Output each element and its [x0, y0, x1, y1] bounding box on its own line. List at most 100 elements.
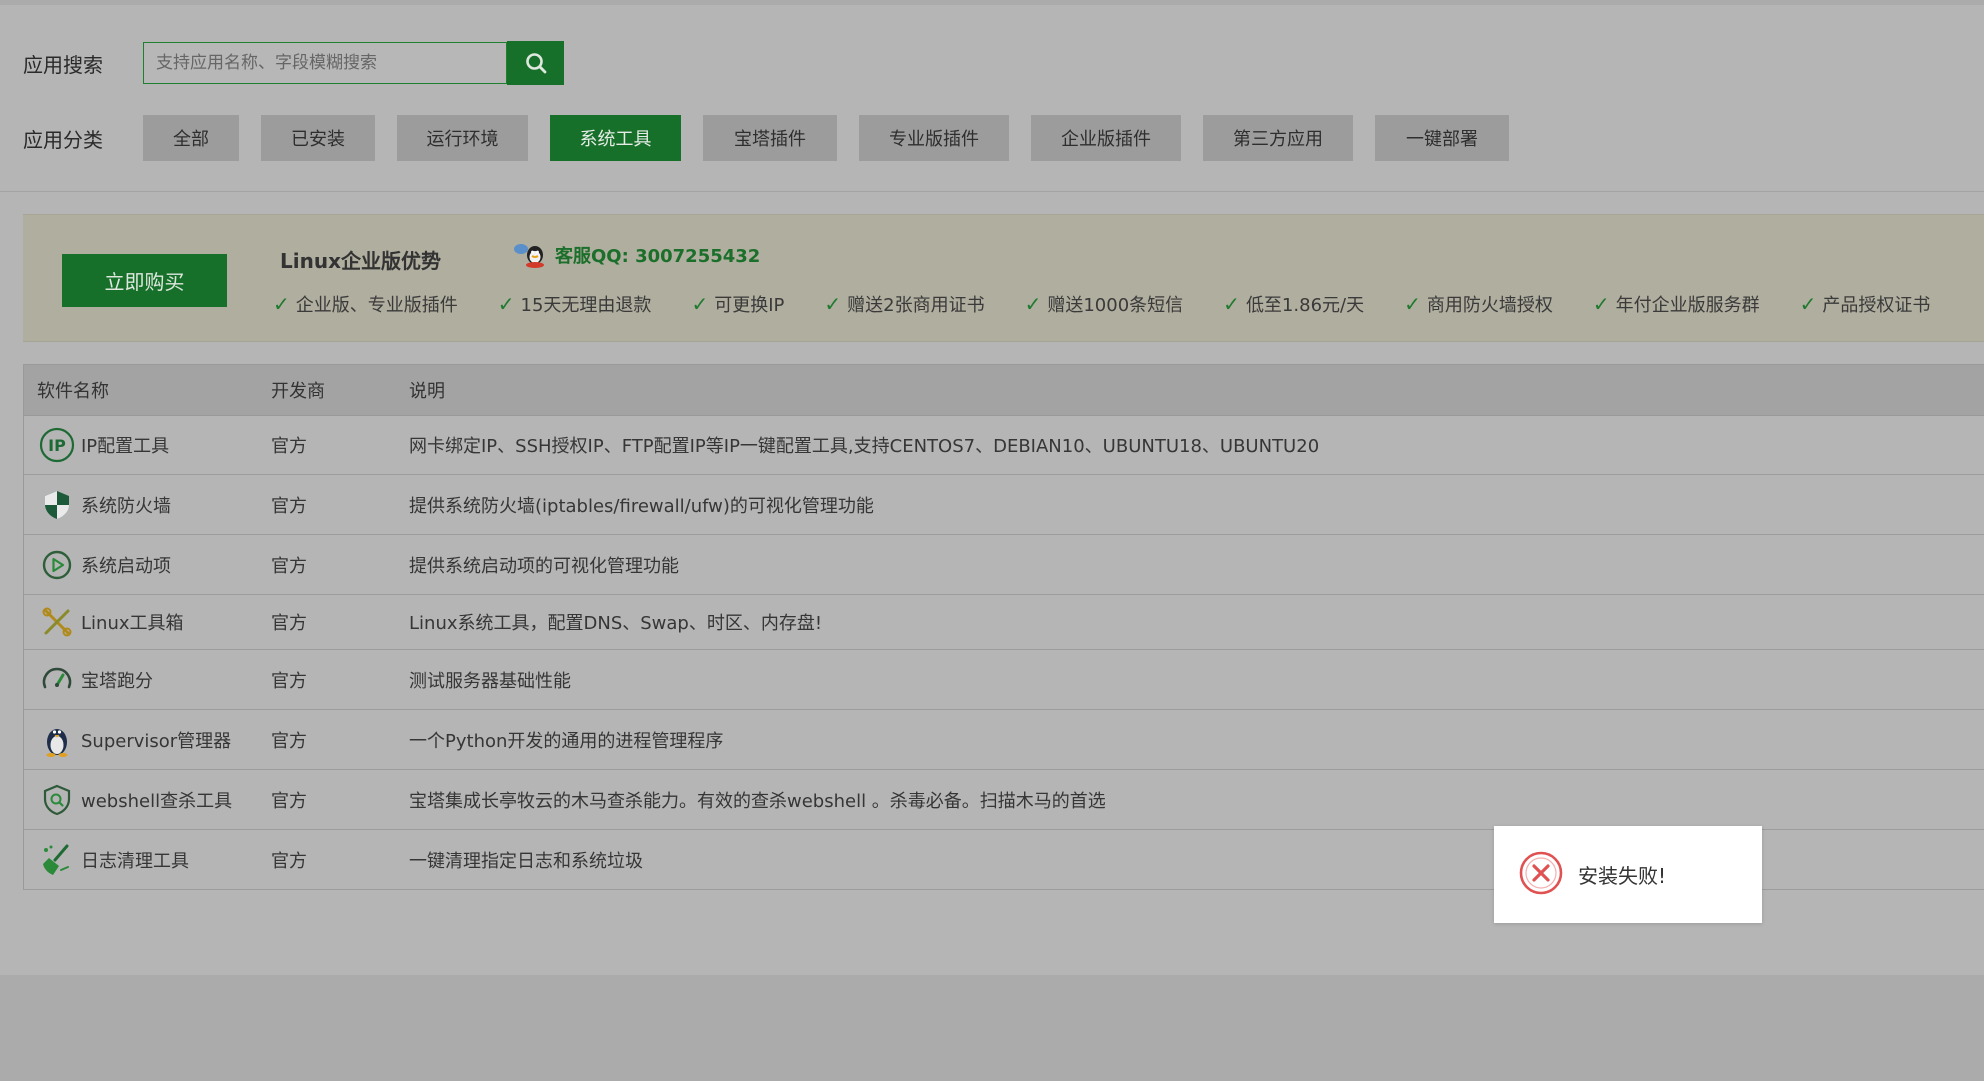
description: 提供系统启动项的可视化管理功能 — [409, 555, 679, 577]
category-tab-pro-plugins[interactable]: 专业版插件 — [859, 115, 1009, 161]
software-name-cell: webshell查杀工具 — [24, 780, 271, 820]
feature-label: 产品授权证书 — [1822, 295, 1931, 316]
column-header-description: 说明 — [409, 381, 445, 402]
feature-item: ✓ 15天无理由退款 — [498, 291, 652, 317]
software-name-cell: Supervisor管理器 — [24, 720, 271, 760]
gauge-icon — [37, 660, 77, 700]
feature-label: 赠送1000条短信 — [1047, 295, 1184, 316]
search-icon — [525, 53, 546, 74]
feature-item: ✓ 企业版、专业版插件 — [273, 291, 458, 317]
check-icon: ✓ — [1799, 292, 1817, 316]
play-circle-icon — [37, 545, 77, 585]
description: 宝塔集成长亭牧云的木马查杀能力。有效的查杀webshell 。杀毒必备。扫描木马… — [409, 790, 1106, 812]
description: 提供系统防火墙(iptables/firewall/ufw)的可视化管理功能 — [409, 495, 874, 517]
developer: 官方 — [271, 613, 307, 634]
table-row[interactable]: Supervisor管理器 官方 一个Python开发的通用的进程管理程序 — [24, 710, 1984, 770]
developer: 官方 — [271, 850, 307, 872]
category-tab-one-click-deploy[interactable]: 一键部署 — [1375, 115, 1509, 161]
category-tab-runtime[interactable]: 运行环境 — [397, 115, 528, 161]
software-name: 系统启动项 — [81, 555, 171, 577]
check-icon: ✓ — [824, 292, 842, 316]
feature-label: 年付企业版服务群 — [1615, 295, 1760, 316]
description: Linux系统工具，配置DNS、Swap、时区、内存盘! — [409, 613, 823, 634]
search-row: 应用搜索 — [23, 41, 564, 85]
divider — [0, 191, 1984, 192]
table-row[interactable]: 系统防火墙 官方 提供系统防火墙(iptables/firewall/ufw)的… — [24, 475, 1984, 535]
shield-icon — [37, 485, 77, 525]
software-name: 日志清理工具 — [81, 850, 189, 872]
category-row: 应用分类 全部 已安装 运行环境 系统工具 宝塔插件 专业版插件 企业版插件 第… — [23, 115, 1531, 161]
check-icon: ✓ — [1223, 292, 1240, 316]
feature-item: ✓ 产品授权证书 — [1800, 291, 1931, 317]
feature-item: ✓ 年付企业版服务群 — [1593, 291, 1760, 317]
feature-list: ✓ 企业版、专业版插件 ✓ 15天无理由退款 ✓ 可更换IP ✓ 赠送2张商用证书 ✓ 赠… — [273, 291, 1930, 317]
feature-label: 商用防火墙授权 — [1426, 295, 1553, 316]
broom-icon — [37, 840, 77, 880]
table-header: 软件名称 开发商 说明 — [24, 365, 1984, 416]
check-icon: ✓ — [691, 292, 709, 316]
software-name-cell: 系统防火墙 — [24, 485, 271, 525]
feature-item: ✓ 低至1.86元/天 — [1223, 291, 1364, 317]
penguin-icon — [37, 720, 77, 760]
enterprise-promo-banner: 立即购买 Linux企业版优势 客服QQ: 3007255432 ✓ 企业版、专业… — [23, 214, 1984, 342]
software-name: Linux工具箱 — [81, 613, 184, 634]
qq-icon — [514, 244, 544, 268]
feature-label: 可更换IP — [714, 295, 785, 316]
category-tab-third-party[interactable]: 第三方应用 — [1203, 115, 1353, 161]
software-name: 宝塔跑分 — [81, 670, 153, 692]
tools-icon — [37, 602, 77, 642]
column-header-name: 软件名称 — [37, 381, 109, 402]
developer: 官方 — [271, 555, 307, 577]
search-input[interactable] — [143, 42, 507, 84]
category-tab-enterprise-plugins[interactable]: 企业版插件 — [1031, 115, 1181, 161]
promo-title: Linux企业版优势 — [280, 249, 441, 273]
software-name-cell: 日志清理工具 — [24, 840, 271, 880]
developer: 官方 — [271, 790, 307, 812]
category-label: 应用分类 — [23, 127, 103, 152]
category-tab-system-tools[interactable]: 系统工具 — [550, 115, 681, 161]
check-icon: ✓ — [1404, 292, 1421, 316]
developer: 官方 — [271, 495, 307, 517]
toast-message: 安装失败! — [1578, 864, 1667, 888]
error-circle-icon — [1518, 850, 1564, 900]
search-button[interactable] — [507, 41, 564, 85]
error-toast: 安装失败! — [1494, 826, 1762, 923]
feature-item: ✓ 赠送2张商用证书 — [824, 291, 984, 317]
feature-label: 赠送2张商用证书 — [847, 295, 985, 316]
feature-label: 低至1.86元/天 — [1245, 295, 1365, 316]
software-name-cell: IP IP配置工具 — [24, 425, 271, 465]
svg-text:IP: IP — [48, 436, 66, 455]
software-table: 软件名称 开发商 说明 IP IP配置工具 官方 网卡绑定IP、SSH授权IP、… — [23, 364, 1984, 890]
description: 测试服务器基础性能 — [409, 670, 571, 692]
buy-now-button[interactable]: 立即购买 — [62, 254, 227, 307]
software-name-cell: 宝塔跑分 — [24, 660, 271, 700]
table-row[interactable]: Linux工具箱 官方 Linux系统工具，配置DNS、Swap、时区、内存盘! — [24, 595, 1984, 650]
software-name: IP配置工具 — [81, 436, 170, 457]
check-icon: ✓ — [497, 292, 515, 316]
qq-support-link[interactable]: 客服QQ: 3007255432 — [511, 241, 760, 269]
software-name: 系统防火墙 — [81, 495, 171, 517]
software-name-cell: 系统启动项 — [24, 545, 271, 585]
feature-label: 15天无理由退款 — [520, 295, 652, 316]
description: 一个Python开发的通用的进程管理程序 — [409, 730, 724, 752]
feature-item: ✓ 可更换IP — [691, 291, 784, 317]
column-header-developer: 开发商 — [271, 381, 325, 402]
ip-icon: IP — [37, 425, 77, 465]
feature-item: ✓ 商用防火墙授权 — [1404, 291, 1553, 317]
software-name: webshell查杀工具 — [81, 790, 233, 812]
developer: 官方 — [271, 670, 307, 692]
search-label: 应用搜索 — [23, 52, 103, 77]
table-row[interactable]: 系统启动项 官方 提供系统启动项的可视化管理功能 — [24, 535, 1984, 595]
table-row[interactable]: webshell查杀工具 官方 宝塔集成长亭牧云的木马查杀能力。有效的查杀web… — [24, 770, 1984, 830]
category-tab-bt-plugins[interactable]: 宝塔插件 — [703, 115, 837, 161]
description: 网卡绑定IP、SSH授权IP、FTP配置IP等IP一键配置工具,支持CENTOS… — [409, 436, 1320, 457]
table-row[interactable]: IP IP配置工具 官方 网卡绑定IP、SSH授权IP、FTP配置IP等IP一键… — [24, 416, 1984, 475]
check-icon: ✓ — [1024, 292, 1042, 316]
software-name: Supervisor管理器 — [81, 730, 232, 752]
feature-label: 企业版、专业版插件 — [295, 295, 458, 316]
developer: 官方 — [271, 730, 307, 752]
table-row[interactable]: 宝塔跑分 官方 测试服务器基础性能 — [24, 650, 1984, 710]
category-tab-all[interactable]: 全部 — [143, 115, 239, 161]
check-icon: ✓ — [1592, 292, 1610, 316]
category-tab-installed[interactable]: 已安装 — [261, 115, 375, 161]
